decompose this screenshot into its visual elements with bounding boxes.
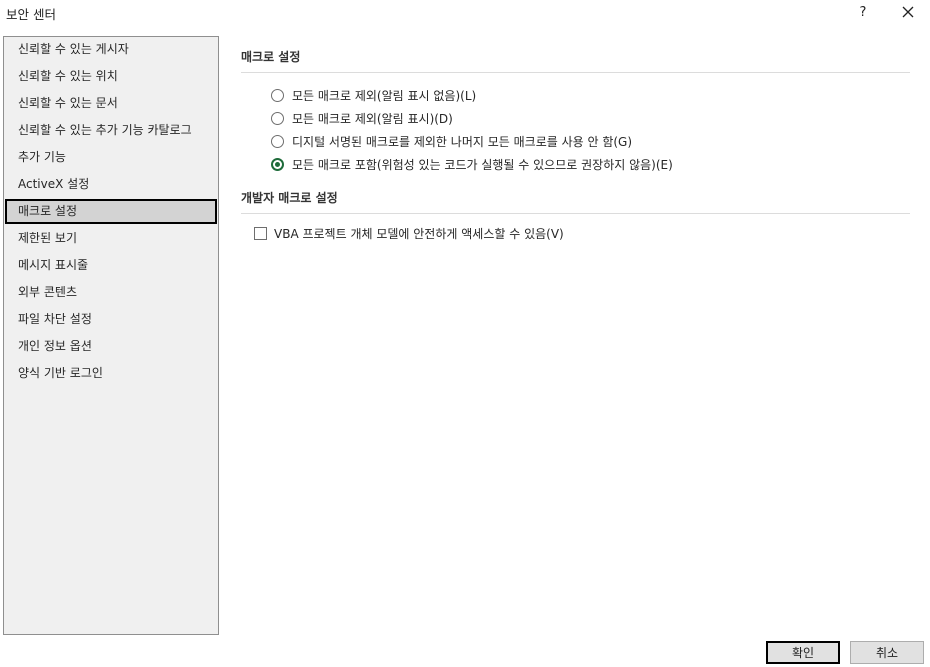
sidebar-item-trusted-publishers[interactable]: 신뢰할 수 있는 게시자 (5, 37, 217, 62)
radio-label: 모든 매크로 제외(알림 표시 없음)(L) (292, 88, 477, 103)
close-icon (902, 6, 914, 18)
sidebar-item-addins[interactable]: 추가 기능 (5, 145, 217, 170)
radio-disable-all-no-notification[interactable]: 모든 매크로 제외(알림 표시 없음)(L) (271, 85, 476, 105)
vba-access-option[interactable]: VBA 프로젝트 개체 모델에 안전하게 액세스할 수 있음(V) (254, 223, 564, 243)
sidebar-item-trusted-addin-catalogs[interactable]: 신뢰할 수 있는 추가 기능 카탈로그 (5, 118, 217, 143)
sidebar-item-form-based-signin[interactable]: 양식 기반 로그인 (5, 361, 217, 386)
radio-button[interactable] (271, 111, 284, 125)
sidebar-item-trusted-documents[interactable]: 신뢰할 수 있는 문서 (5, 91, 217, 116)
window-title: 보안 센터 (6, 7, 56, 22)
sidebar-item-macro-settings[interactable]: 매크로 설정 (5, 199, 217, 224)
sidebar-item-message-bar[interactable]: 메시지 표시줄 (5, 253, 217, 278)
radio-label: 디지털 서명된 매크로를 제외한 나머지 모든 매크로를 사용 안 함(G) (292, 134, 633, 149)
radio-disable-except-signed[interactable]: 디지털 서명된 매크로를 제외한 나머지 모든 매크로를 사용 안 함(G) (271, 131, 632, 151)
radio-button[interactable] (271, 134, 284, 148)
sidebar-item-file-block-settings[interactable]: 파일 차단 설정 (5, 307, 217, 332)
macro-settings-heading: 매크로 설정 (241, 50, 301, 64)
title-bar: 보안 센터 ? (0, 0, 930, 26)
sidebar-item-trusted-locations[interactable]: 신뢰할 수 있는 위치 (5, 64, 217, 89)
sidebar-item-activex-settings[interactable]: ActiveX 설정 (5, 172, 217, 197)
radio-enable-all-macros[interactable]: 모든 매크로 포함(위험성 있는 코드가 실행될 수 있으므로 권장하지 않음)… (271, 154, 673, 174)
radio-button-selected[interactable] (271, 157, 284, 171)
radio-label: 모든 매크로 제외(알림 표시)(D) (292, 111, 453, 126)
help-icon: ? (859, 4, 867, 20)
vba-access-checkbox[interactable] (254, 226, 267, 240)
macro-settings-divider (241, 72, 910, 73)
radio-button[interactable] (271, 88, 284, 102)
developer-settings-divider (241, 213, 910, 214)
cancel-button[interactable]: 취소 (850, 641, 924, 664)
radio-disable-all-with-notification[interactable]: 모든 매크로 제외(알림 표시)(D) (271, 108, 453, 128)
sidebar: 신뢰할 수 있는 게시자 신뢰할 수 있는 위치 신뢰할 수 있는 문서 신뢰할… (3, 36, 219, 635)
ok-button[interactable]: 확인 (766, 641, 840, 664)
close-button[interactable] (894, 0, 922, 24)
sidebar-item-protected-view[interactable]: 제한된 보기 (5, 226, 217, 251)
sidebar-item-privacy-options[interactable]: 개인 정보 옵션 (5, 334, 217, 359)
developer-macro-settings-heading: 개발자 매크로 설정 (241, 191, 338, 205)
vba-access-label: VBA 프로젝트 개체 모델에 안전하게 액세스할 수 있음(V) (274, 226, 564, 241)
sidebar-item-external-content[interactable]: 외부 콘텐츠 (5, 280, 217, 305)
help-button[interactable]: ? (850, 0, 876, 24)
radio-label: 모든 매크로 포함(위험성 있는 코드가 실행될 수 있으므로 권장하지 않음)… (292, 157, 673, 172)
